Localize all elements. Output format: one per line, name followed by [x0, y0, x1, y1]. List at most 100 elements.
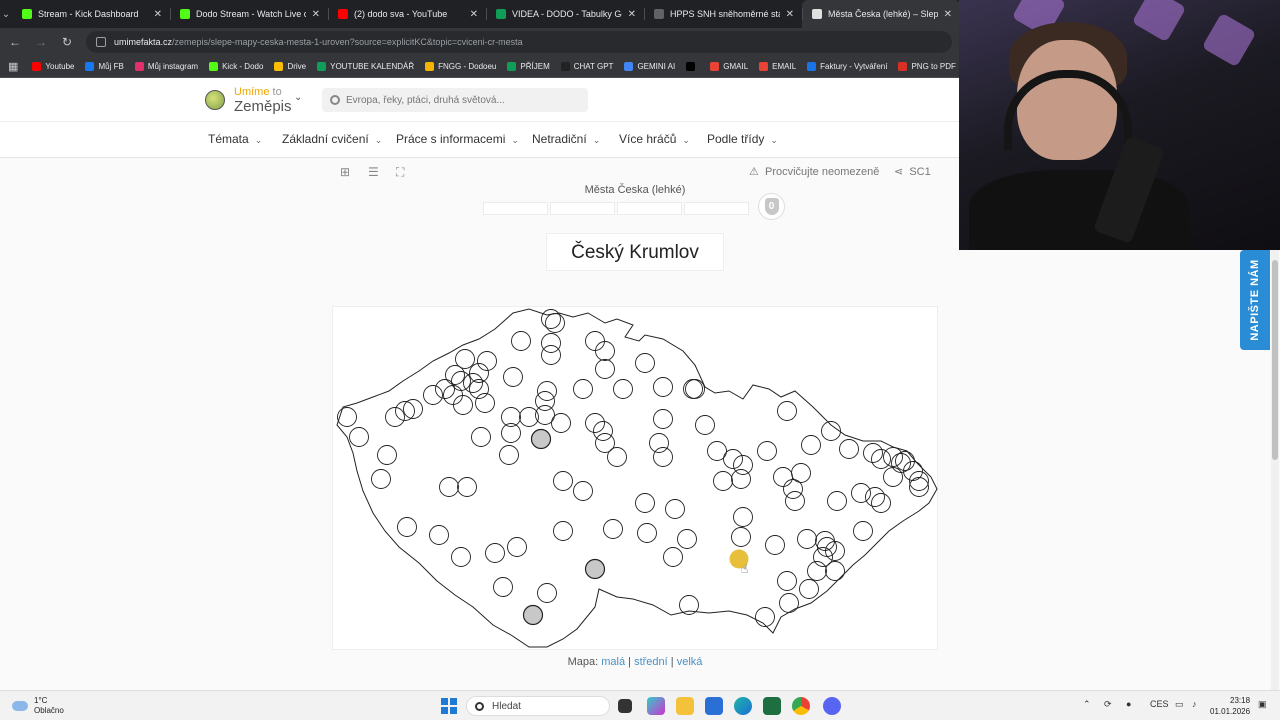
close-icon[interactable]: ✕	[944, 9, 952, 20]
practice-unlimited-link[interactable]: ⚠ Procvičujte neomezeně	[749, 165, 879, 178]
bookmark-item[interactable]: Můj FB	[85, 62, 124, 71]
windows-start-icon[interactable]	[441, 698, 457, 714]
url-host: umimefakta.cz	[114, 37, 173, 47]
edge-icon[interactable]	[734, 697, 752, 715]
nav-netradicni[interactable]: Netradiční ⌄	[532, 132, 600, 146]
bookmark-item[interactable]: CHAT GPT	[560, 62, 613, 71]
bookmark-add-icon[interactable]: ⊞	[340, 166, 354, 178]
list-icon[interactable]: ☰	[368, 166, 382, 178]
outlook-icon[interactable]	[705, 697, 723, 715]
clock[interactable]: 23:18 01.01.2026	[1210, 695, 1250, 717]
search-input[interactable]	[346, 94, 576, 106]
nav-podle-tridy[interactable]: Podle třídy ⌄	[707, 132, 778, 146]
page-scrollbar[interactable]	[1271, 250, 1279, 690]
search-icon	[330, 95, 340, 105]
close-icon[interactable]: ✕	[786, 9, 794, 20]
share-link[interactable]: ⋖ SC1	[894, 165, 931, 178]
browser-tab[interactable]: (2) dodo sva - YouTube ✕	[328, 0, 486, 28]
forward-arrow-icon[interactable]: →	[30, 35, 52, 49]
city-marker-answered[interactable]	[584, 558, 606, 580]
bookmark-label: YOUTUBE KALENDÁŘ	[330, 62, 415, 71]
czech-border	[336, 308, 938, 648]
logo-title[interactable]: Zeměpis	[234, 98, 292, 115]
task-view-icon[interactable]	[618, 699, 632, 713]
close-icon[interactable]: ✕	[470, 9, 478, 20]
bookmark-item[interactable]: GMAIL	[710, 62, 748, 71]
nav-vice-hracu[interactable]: Více hráčů ⌄	[619, 132, 690, 146]
map-size-large[interactable]: velká	[677, 656, 703, 668]
excel-icon[interactable]	[763, 697, 781, 715]
share-label: SC1	[909, 166, 931, 178]
copilot-icon[interactable]	[647, 697, 665, 715]
bookmark-item[interactable]: PŘÍJEM	[507, 62, 550, 71]
bookmark-label: Můj instagram	[147, 62, 199, 71]
close-icon[interactable]: ✕	[312, 9, 320, 20]
close-icon[interactable]: ✕	[154, 9, 162, 20]
chrome-icon[interactable]	[792, 697, 810, 715]
browser-tab[interactable]: HPPS SNH sněhoměrné stanice ✕	[644, 0, 802, 28]
bookmark-item[interactable]: PNG to PDF	[898, 62, 956, 71]
search-icon	[475, 701, 484, 711]
tab-favicon-icon	[812, 9, 822, 19]
bookmark-item[interactable]: Můj instagram	[134, 62, 199, 71]
bookmark-item[interactable]: EMAIL	[759, 62, 796, 71]
microphone-icon[interactable]: ●	[1126, 699, 1131, 709]
nav-temata[interactable]: Témata ⌄	[208, 132, 262, 146]
language-indicator[interactable]: CES	[1150, 699, 1169, 709]
reload-icon[interactable]: ↻	[56, 35, 78, 49]
browser-tab[interactable]: Města Česka (lehké) – Slepé m ✕	[802, 0, 960, 28]
notification-icon[interactable]: ▣	[1258, 699, 1267, 710]
logo-top[interactable]: Umíme to	[234, 86, 282, 98]
back-arrow-icon[interactable]: ←	[4, 35, 26, 49]
globe-logo-icon[interactable]	[205, 90, 225, 110]
tab-favicon-icon	[338, 9, 348, 19]
network-icon[interactable]: ▭	[1175, 699, 1184, 710]
bookmark-label: Drive	[287, 62, 307, 71]
bookmark-favicon-icon	[560, 62, 570, 71]
bookmark-item[interactable]: Faktury - Vytváření	[807, 62, 887, 71]
share-icon: ⋖	[894, 166, 904, 178]
site-info-icon[interactable]	[96, 37, 106, 47]
tray-overflow-icon[interactable]: ⌃	[1083, 699, 1091, 710]
feedback-button[interactable]: NAPIŠTE NÁM	[1240, 250, 1270, 350]
score-value: 0	[764, 198, 779, 215]
close-icon[interactable]: ✕	[628, 9, 636, 20]
bookmark-item[interactable]: YOUTUBE KALENDÁŘ	[317, 62, 414, 71]
url-path: /zemepis/slepe-mapy-ceska-mesta-1-uroven…	[172, 37, 523, 47]
taskbar-search[interactable]: Hledat	[466, 696, 610, 716]
city-marker-answered[interactable]	[522, 604, 544, 626]
city-marker-answered[interactable]	[530, 428, 552, 450]
url-omnibox[interactable]: umimefakta.cz /zemepis/slepe-mapy-ceska-…	[86, 31, 952, 53]
apps-grid-icon[interactable]: ▦	[8, 60, 18, 73]
site-search[interactable]	[322, 88, 588, 112]
bookmark-item[interactable]	[686, 62, 699, 71]
nav-zakladni-cviceni[interactable]: Základní cvičení ⌄	[282, 132, 382, 146]
weather-widget[interactable]: 1°C Oblačno	[12, 696, 64, 716]
file-explorer-icon[interactable]	[676, 697, 694, 715]
bookmark-item[interactable]: Kick - Dodo	[209, 62, 263, 71]
discord-icon[interactable]	[823, 697, 841, 715]
bookmark-item[interactable]: Drive	[274, 62, 306, 71]
progress-segment	[684, 202, 749, 215]
map-size-small[interactable]: malá	[601, 656, 625, 668]
bookmark-favicon-icon	[274, 62, 284, 71]
tab-title: Stream - Kick Dashboard	[38, 9, 139, 19]
fullscreen-icon[interactable]: ⛶	[396, 166, 410, 178]
streamer-shirt	[969, 170, 1189, 250]
tab-search-chevron-icon[interactable]: ⌄	[0, 0, 12, 28]
bookmark-item[interactable]: FNGG - Dodoeu	[425, 62, 496, 71]
sync-icon[interactable]: ⟳	[1104, 699, 1112, 710]
scrollbar-thumb[interactable]	[1272, 260, 1278, 460]
light-panel	[1201, 12, 1257, 68]
chevron-down-icon[interactable]: ⌄	[294, 92, 302, 103]
bookmark-favicon-icon	[686, 62, 696, 71]
nav-prace-s-informacemi[interactable]: Práce s informacemi ⌄	[396, 132, 519, 146]
browser-tab[interactable]: Stream - Kick Dashboard ✕	[12, 0, 170, 28]
browser-tab[interactable]: Dodo Stream - Watch Live on K ✕	[170, 0, 328, 28]
bookmark-item[interactable]: GEMINI AI	[624, 62, 675, 71]
bookmark-item[interactable]: Youtube	[32, 62, 74, 71]
map-size-medium[interactable]: střední	[634, 656, 668, 668]
volume-icon[interactable]: ♪	[1192, 699, 1197, 709]
browser-tab[interactable]: VIDEA - DODO - Tabulky Googl ✕	[486, 0, 644, 28]
tab-favicon-icon	[496, 9, 506, 19]
